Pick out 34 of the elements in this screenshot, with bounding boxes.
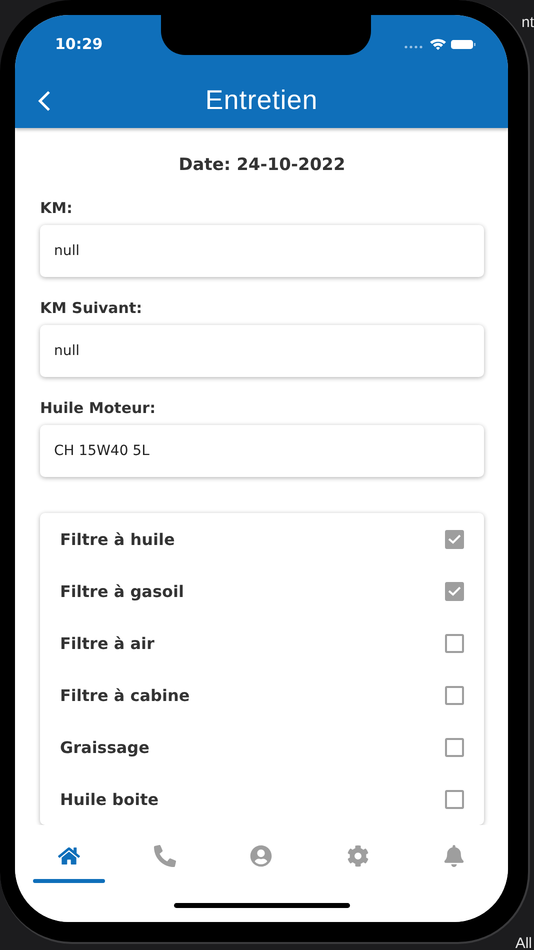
background-text: All [515,935,532,950]
checkbox[interactable] [445,686,464,704]
settings-icon [346,845,369,867]
input-field[interactable]: null [40,325,484,377]
field-label: Huile Moteur: [40,399,157,417]
battery-icon [451,40,476,49]
date-text: Date: 24-10-2022 [178,155,346,175]
checkbox[interactable] [445,738,464,756]
checklist-label: Filtre à huile [60,530,175,548]
back-icon [37,90,51,112]
checklist-label: Filtre à cabine [60,686,190,704]
checklist-label: Filtre à gasoil [60,582,184,600]
screen-title: Entretien [205,85,318,116]
status-time: 10:29 [55,35,103,53]
background-text: nt [521,14,534,31]
checklist-label: Graissage [60,738,150,756]
input-field[interactable]: null [40,225,484,277]
checklist-label: Filtre à air [60,634,154,652]
checkbox[interactable] [445,582,464,600]
check-icon [448,534,461,544]
input-field[interactable]: CH 15W40 5L [40,425,484,477]
checkbox[interactable] [445,790,464,808]
field-label: KM: [40,199,74,217]
checkbox[interactable] [445,530,464,548]
checklist-label: Huile boite [60,790,159,808]
checkbox[interactable] [445,634,464,652]
bell-icon [442,845,465,867]
account-icon [250,845,272,867]
home-icon [58,845,80,867]
wifi-icon [430,38,446,50]
check-icon [448,586,461,596]
field-label: KM Suivant: [40,299,144,317]
signal-icon [404,46,422,48]
phone-icon [154,845,176,867]
